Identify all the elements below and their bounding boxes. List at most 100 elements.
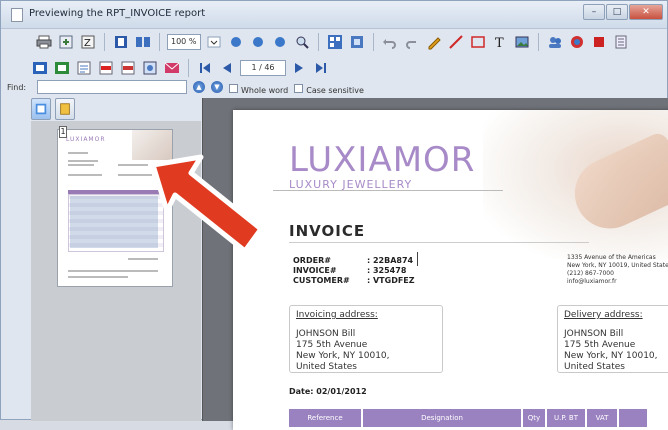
text-cursor [417, 252, 418, 266]
image-button[interactable] [513, 33, 531, 51]
case-sensitive-checkbox[interactable]: Case sensitive [294, 78, 364, 97]
zoom-dropdown-button[interactable] [205, 33, 223, 51]
invoicing-address-box: Invoicing address: JOHNSON Bill 175 5th … [289, 305, 443, 373]
minimize-button[interactable]: – [583, 4, 605, 20]
text-icon: T [495, 36, 504, 50]
bookmarks-button[interactable] [348, 33, 366, 51]
report-page: LUXIAMOR LUXURY JEWELLERY INVOICE ORDER#… [233, 110, 668, 430]
zoom-fit-button[interactable] [271, 33, 289, 51]
arrow-down-icon: ▼ [214, 83, 220, 91]
side-panel-tabs [31, 98, 75, 120]
properties-button[interactable] [612, 33, 630, 51]
undo-button[interactable] [381, 33, 399, 51]
first-page-button[interactable] [196, 59, 214, 77]
one-page-view-button[interactable] [112, 33, 130, 51]
first-page-icon [200, 63, 210, 73]
last-page-icon [316, 63, 326, 73]
export-image-button[interactable] [141, 59, 159, 77]
multi-page-view-button[interactable] [134, 33, 152, 51]
find-next-button[interactable]: ▼ [211, 81, 223, 93]
meta-key: ORDER# [293, 256, 331, 265]
text-button[interactable]: T [491, 33, 509, 51]
meta-value: : 22BA874 [367, 256, 414, 265]
separator [188, 59, 189, 77]
email-button[interactable] [546, 33, 564, 51]
case-sensitive-label: Case sensitive [306, 85, 364, 95]
thumbnails-icon [328, 35, 342, 49]
delivery-address-title: Delivery address: [564, 310, 643, 320]
tab-bookmarks[interactable] [55, 98, 75, 120]
column-header: VAT [587, 409, 619, 427]
pen-icon [428, 37, 441, 50]
page-number-input[interactable]: 1 / 46 [240, 60, 286, 76]
redo-button[interactable] [403, 33, 421, 51]
bookmark-icon [60, 103, 70, 115]
thumbnails-button[interactable] [326, 33, 344, 51]
rectangle-icon [471, 36, 485, 48]
model-arm-shape [563, 130, 668, 240]
next-page-icon [295, 63, 303, 73]
zoom-input[interactable]: 100 % [167, 34, 201, 50]
find-input[interactable] [37, 80, 187, 94]
brand-logo: LUXIAMOR [289, 140, 476, 180]
close-button[interactable]: ✕ [629, 4, 663, 20]
column-header: Qty [523, 409, 547, 427]
zoom-out-button[interactable] [227, 33, 245, 51]
pen-button[interactable] [425, 33, 443, 51]
image-icon [515, 36, 529, 48]
arrow-up-icon: ▲ [196, 83, 202, 91]
print-button[interactable] [35, 33, 53, 51]
report-viewer[interactable]: LUXIAMOR LUXURY JEWELLERY INVOICE ORDER#… [202, 98, 668, 430]
stop-button[interactable] [590, 33, 608, 51]
bookmark-icon [351, 36, 363, 48]
next-page-button[interactable] [290, 59, 308, 77]
export-pdf-button[interactable] [97, 59, 115, 77]
items-table-header: Reference Designation Qty U.P. BT VAT [289, 409, 649, 427]
invoice-meta: ORDER# : 22BA874 INVOICE# : 325478 CUSTO… [293, 256, 437, 286]
find-previous-button[interactable]: ▲ [193, 81, 205, 93]
address-line: New York, NY 10010, [296, 351, 390, 361]
export-html-button[interactable] [75, 59, 93, 77]
meta-key: INVOICE# [293, 266, 337, 275]
find-bar: Find: ▲ ▼ Whole word Case sensitive [1, 77, 667, 97]
delivery-address-box: Delivery address: JOHNSON Bill 175 5th A… [557, 305, 668, 373]
document-icon [11, 8, 23, 22]
zoom-in-icon [253, 37, 263, 47]
zoom-in-button[interactable] [249, 33, 267, 51]
separator [104, 33, 105, 51]
whole-word-checkbox[interactable]: Whole word [229, 78, 288, 97]
last-page-button[interactable] [312, 59, 330, 77]
export-email-button[interactable] [163, 59, 181, 77]
xml-icon [121, 61, 135, 75]
separator [373, 33, 374, 51]
export-word-button[interactable] [31, 59, 49, 77]
thumbnail-text-line [68, 164, 94, 166]
column-header: U.P. BT [547, 409, 587, 427]
brand-tagline: LUXURY JEWELLERY [289, 178, 413, 191]
printer-icon [36, 35, 52, 49]
people-icon [549, 37, 561, 48]
maximize-button[interactable]: □ [606, 4, 628, 20]
rectangle-button[interactable] [469, 33, 487, 51]
thumbnail-text-line [68, 276, 128, 278]
tab-thumbnails[interactable] [31, 98, 51, 120]
zip-button[interactable]: Z [79, 33, 97, 51]
address-line: 175 5th Avenue [564, 340, 636, 350]
title-bar: Previewing the RPT_INVOICE report – □ ✕ [1, 1, 667, 29]
previous-page-button[interactable] [218, 59, 236, 77]
zoom-out-icon [231, 37, 241, 47]
export-xml-button[interactable] [119, 59, 137, 77]
red-arrow-icon [150, 154, 264, 254]
redo-icon [406, 41, 416, 49]
multi-page-icon [136, 37, 150, 47]
line-button[interactable] [447, 33, 465, 51]
thumbnail-text-line [118, 164, 148, 166]
main-toolbar: Z 100 % T [1, 29, 667, 55]
export-button[interactable] [57, 33, 75, 51]
chevron-down-icon [207, 36, 221, 48]
export-excel-button[interactable] [53, 59, 71, 77]
color-button[interactable] [568, 33, 586, 51]
meta-row: INVOICE# : 325478 [293, 266, 437, 276]
magnifier-button[interactable] [293, 33, 311, 51]
meta-value: : 325478 [367, 266, 407, 275]
